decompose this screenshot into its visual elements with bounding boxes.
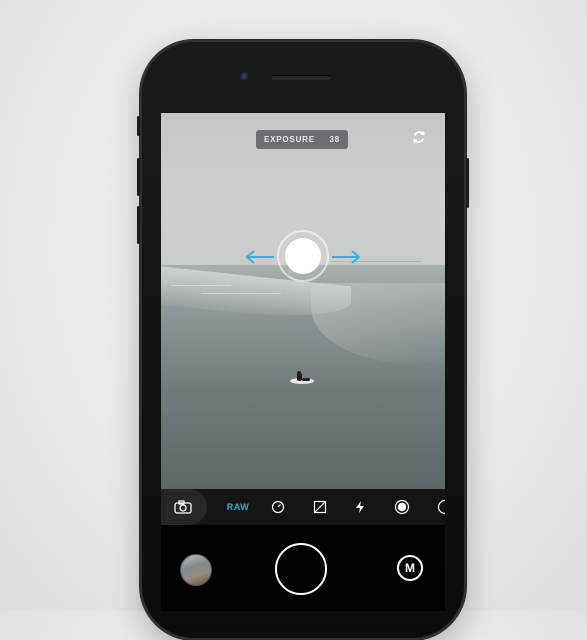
exposure-label: EXPOSURE (264, 135, 315, 144)
volume-up-button (137, 158, 140, 196)
front-camera (240, 72, 250, 82)
shutter-button[interactable] (275, 543, 327, 595)
manual-mode-button[interactable]: M (397, 555, 423, 581)
manual-mode-label: M (405, 561, 415, 575)
mute-switch (137, 116, 140, 136)
exposure-indicator: EXPOSURE 38 (256, 130, 348, 149)
timer-icon[interactable] (267, 489, 289, 525)
wave-line (201, 293, 281, 294)
raw-label: RAW (226, 502, 250, 512)
rotate-camera-icon[interactable] (412, 130, 426, 144)
exposure-focus-handle[interactable] (285, 238, 321, 274)
more-tools-icon[interactable] (433, 489, 445, 525)
earpiece-speaker (271, 75, 331, 80)
volume-down-button (137, 206, 140, 244)
camera-icon[interactable] (171, 489, 195, 525)
raw-toggle[interactable]: RAW (223, 489, 253, 525)
power-button (466, 158, 469, 208)
exposure-value: 38 (329, 135, 340, 144)
camera-viewfinder[interactable]: EXPOSURE 38 (161, 113, 445, 489)
arrow-left-icon (245, 250, 274, 264)
wave-line (171, 285, 231, 286)
last-photo-thumbnail[interactable] (180, 554, 212, 586)
surfer-figure (290, 371, 314, 384)
exposure-compensation-icon[interactable] (309, 489, 331, 525)
arrow-right-icon (332, 250, 361, 264)
phone-screen: EXPOSURE 38 RAW M (161, 113, 445, 611)
white-balance-icon[interactable] (391, 489, 413, 525)
flash-icon[interactable] (349, 489, 371, 525)
